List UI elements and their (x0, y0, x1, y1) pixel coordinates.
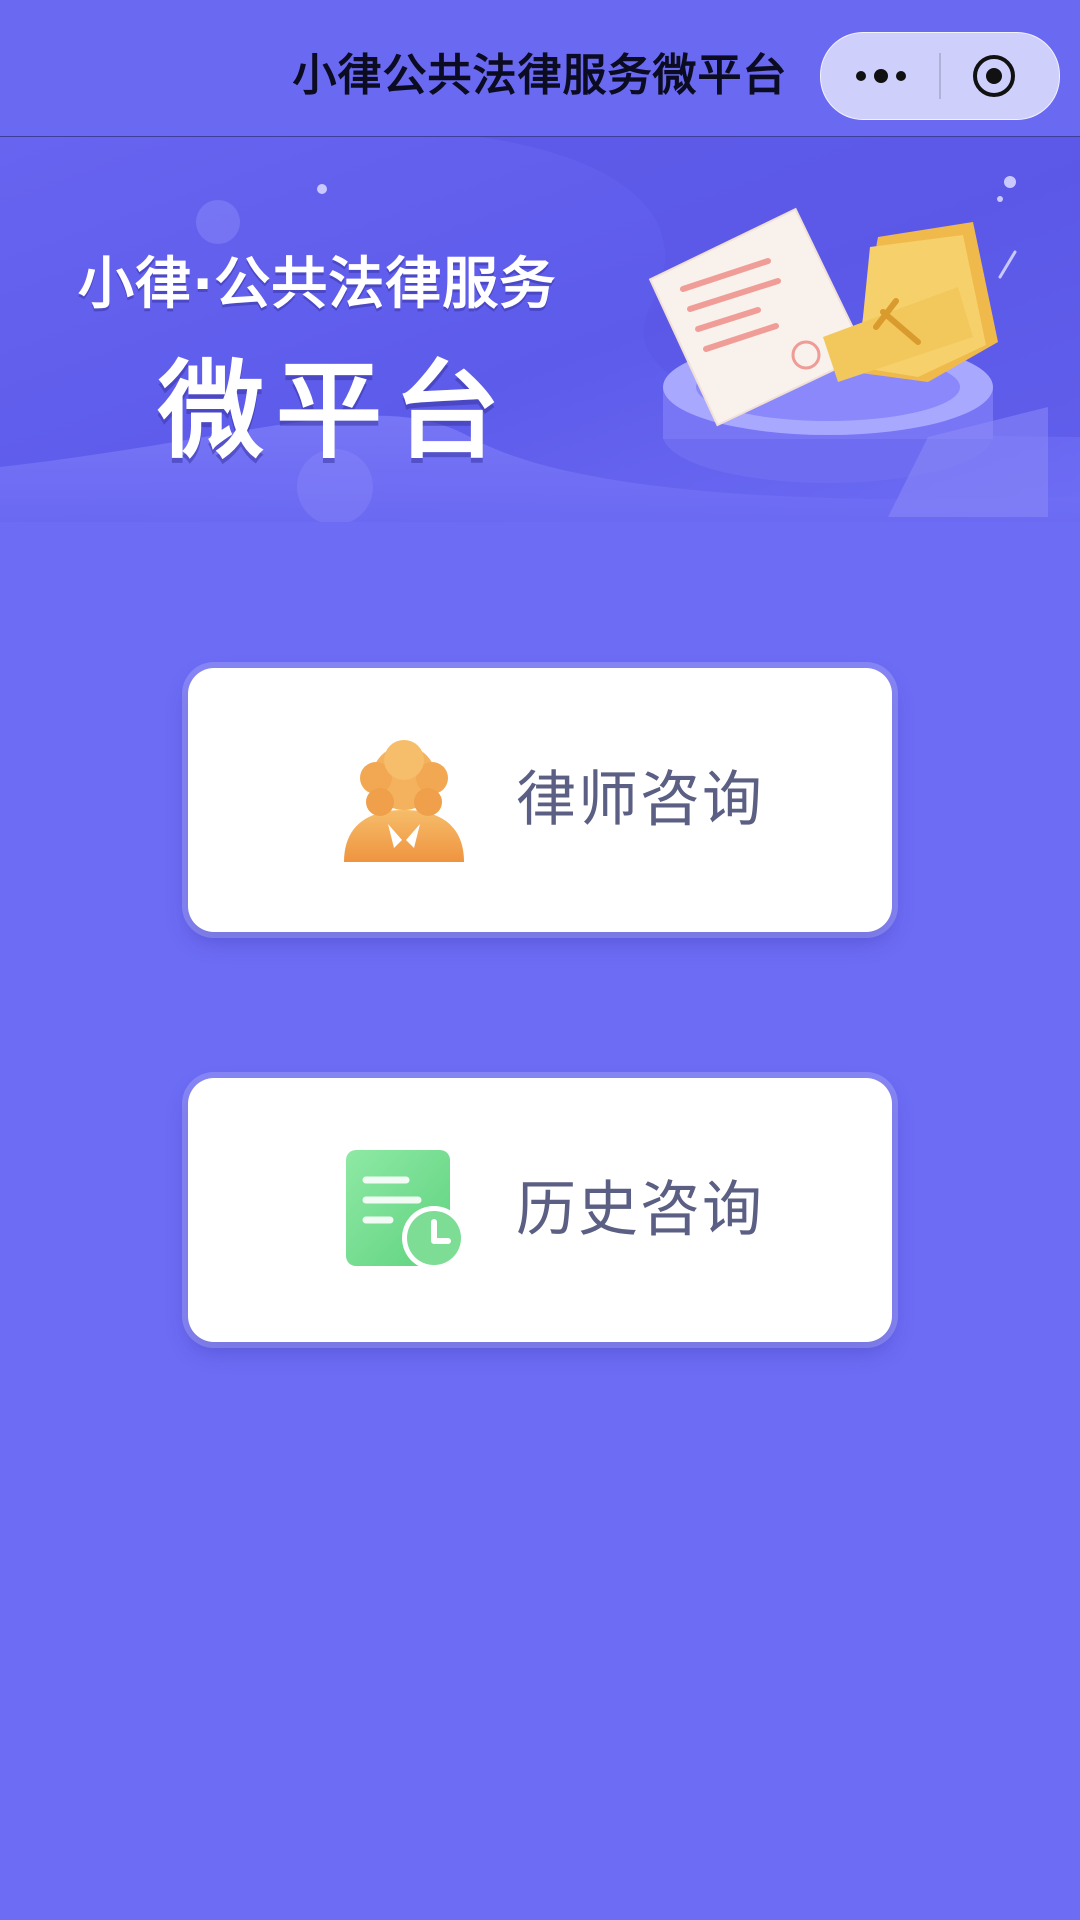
lawyer-consult-label: 律师咨询 (516, 765, 764, 835)
legal-documents-illustration (648, 207, 1048, 517)
history-document-icon (346, 1150, 466, 1270)
capsule-divider (939, 53, 941, 99)
history-consult-button[interactable]: 历史咨询 (188, 1078, 892, 1342)
banner-title: 小律·公共法律服务 (78, 252, 557, 317)
lawyer-consult-button[interactable]: 律师咨询 (188, 668, 892, 932)
close-target-icon[interactable] (971, 53, 1017, 99)
banner-subtitle: 微平台 (158, 350, 512, 473)
more-icon[interactable] (849, 55, 913, 97)
navigation-bar: 小律公共法律服务微平台 (0, 0, 1080, 137)
lawyer-icon (344, 740, 464, 862)
hero-banner: 小律·公共法律服务 微平台 (0, 137, 1080, 522)
mini-program-capsule[interactable] (820, 32, 1060, 120)
history-consult-label: 历史咨询 (516, 1175, 764, 1245)
